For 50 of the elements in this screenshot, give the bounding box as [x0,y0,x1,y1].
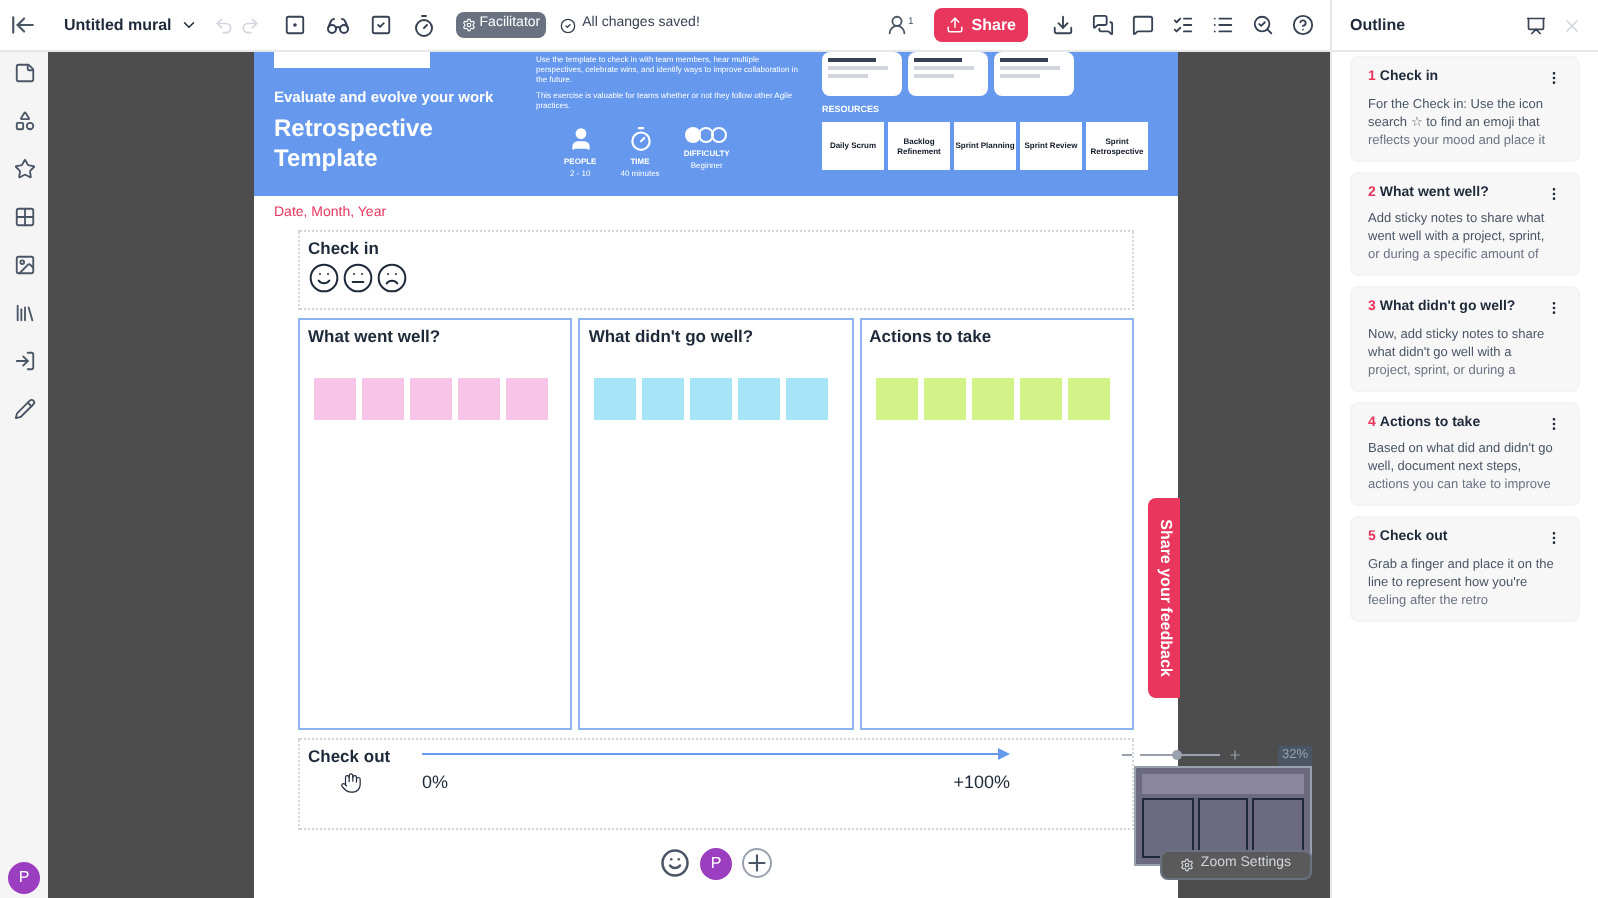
pencil-icon[interactable] [13,398,35,420]
mural-title-button[interactable]: Untitled mural [64,13,198,37]
presentation-icon[interactable] [1526,15,1546,35]
checklist-icon[interactable] [1172,14,1194,36]
library-icon[interactable] [13,302,35,324]
grid-icon[interactable] [13,206,35,228]
check-circle-icon [560,17,577,33]
comment-icon[interactable] [1132,14,1154,36]
help-icon[interactable] [1292,14,1314,36]
chat-icon[interactable] [1092,14,1114,36]
star-icon[interactable] [13,158,35,180]
image-icon[interactable] [13,254,35,276]
add-icon[interactable] [742,848,772,879]
difficulty-icon [684,126,729,144]
collaborators-icon[interactable] [885,14,908,36]
sticky-note-icon[interactable] [283,14,306,36]
frown-emoji-icon[interactable] [376,262,408,295]
banner-title: Retrospective Template [274,114,435,175]
gear-icon [1180,858,1195,872]
scale-end-label: +100% [953,769,1010,796]
neutral-emoji-icon[interactable] [342,262,374,295]
person-icon [567,126,594,152]
reaction-icon[interactable] [660,848,690,879]
checkbox-icon[interactable] [369,14,392,36]
list-icon[interactable] [1212,14,1234,36]
smile-emoji-icon[interactable] [308,262,340,295]
collapse-icon[interactable] [10,12,36,38]
shapes-icon[interactable] [13,110,35,132]
check-out-title: Check out [308,743,391,769]
stopwatch-icon [627,126,654,152]
gear-icon [461,18,476,32]
column-title: What went well? [308,323,443,349]
download-icon[interactable] [1052,14,1074,36]
check-in-title: Check in [308,235,381,261]
upload-icon [945,16,964,34]
scale-start-label: 0% [422,769,449,796]
user-avatar[interactable]: P [700,847,732,880]
import-icon[interactable] [13,350,35,372]
sticky-note-icon[interactable] [13,62,35,84]
hand-icon[interactable] [340,770,362,797]
timer-icon[interactable] [411,13,436,37]
column-title: What didn't go well? [588,323,756,349]
user-avatar[interactable]: P [8,862,40,894]
outline-title: Outline [1350,13,1406,37]
caret-icon [179,16,198,34]
glasses-icon[interactable] [325,13,350,37]
share-button[interactable]: Share [933,8,1028,42]
search-icon[interactable] [1252,14,1274,36]
feedback-tab[interactable]: Share your feedback [1148,498,1180,698]
column-title: Actions to take [869,323,994,349]
